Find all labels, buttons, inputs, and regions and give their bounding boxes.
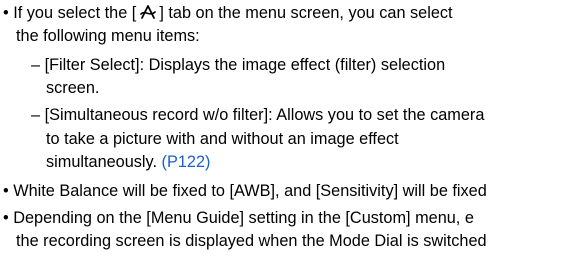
subitem-filter-select-line-1: – [Filter Select]: Displays the image ef… — [31, 56, 446, 74]
bullet-3-line-2: the recording screen is displayed when t… — [16, 232, 487, 250]
bullet-1-line-2: the following menu items: — [16, 27, 200, 45]
subitem-simultaneous-line-2: to take a picture with and without an im… — [46, 130, 399, 148]
bullet-1-text-before-icon: • If you select the [ — [3, 4, 137, 22]
bullet-1-text-after-icon: ] tab on the menu screen, you can select — [159, 4, 453, 22]
bullet-3-line-1: • Depending on the [Menu Guide] setting … — [3, 209, 474, 227]
bullet-2-line-1: • White Balance will be fixed to [AWB], … — [3, 182, 487, 200]
page-reference-link[interactable]: (P122) — [162, 153, 211, 171]
subitem-simultaneous-text: simultaneously. — [46, 153, 158, 171]
subitem-filter-select-line-2: screen. — [46, 79, 100, 97]
bullet-1-line-1: • If you select the [ ] tab on the menu s… — [3, 4, 453, 23]
manual-page: { "bullets": [ { "lines": [ {"pre": "• I… — [0, 0, 579, 268]
subitem-simultaneous-line-1: – [Simultaneous record w/o filter]: Allo… — [31, 106, 485, 124]
filter-tab-icon — [139, 4, 157, 20]
subitem-simultaneous-line-3: simultaneously. (P122) — [46, 153, 210, 172]
